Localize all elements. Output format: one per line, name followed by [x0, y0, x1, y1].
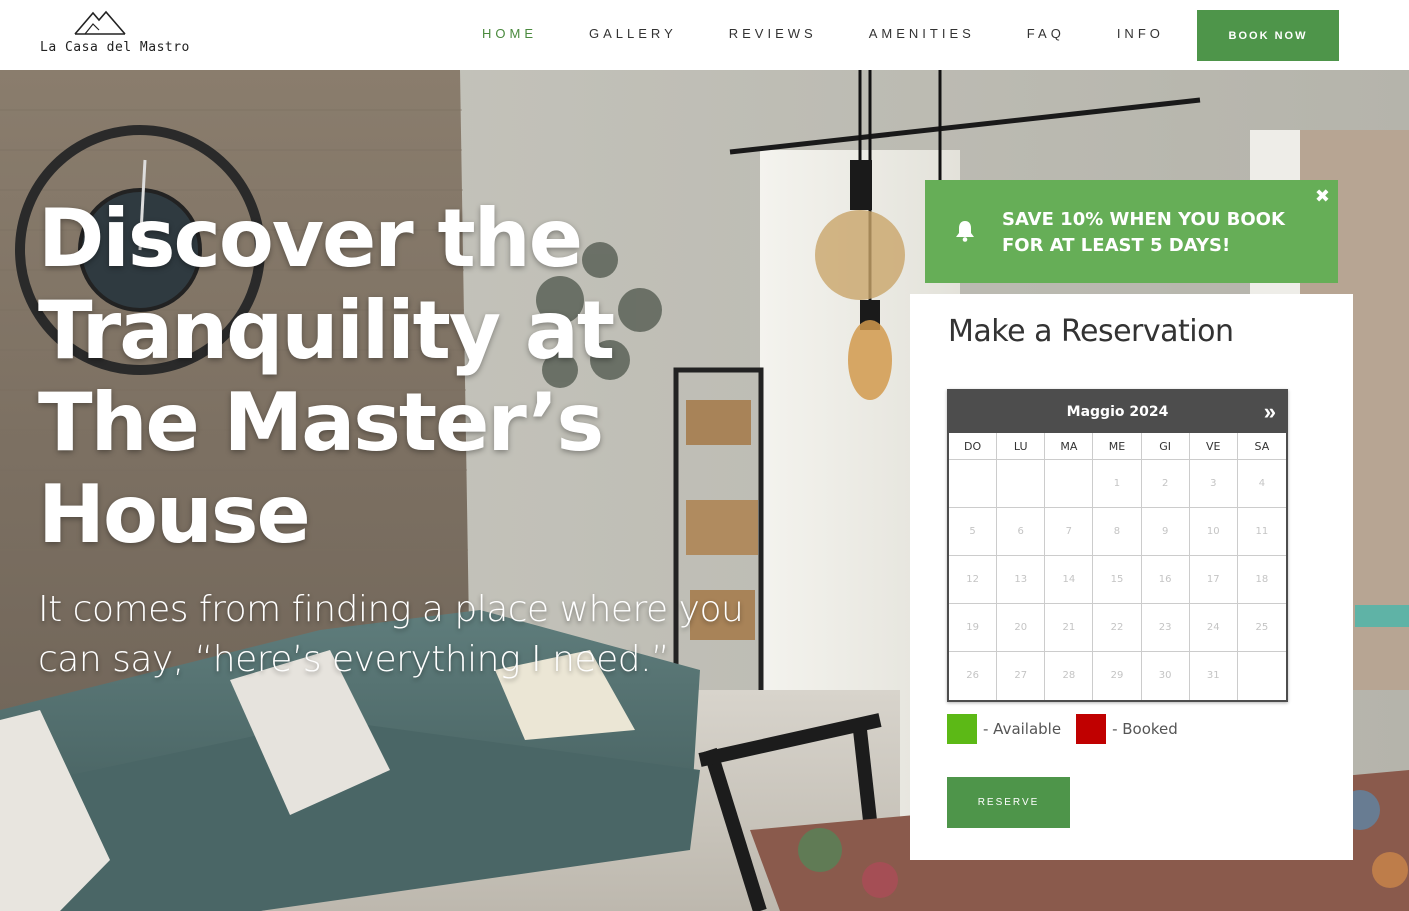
promo-banner: SAVE 10% WHEN YOU BOOK FOR AT LEAST 5 DA…: [925, 180, 1338, 283]
calendar-day[interactable]: 3: [1189, 460, 1238, 508]
calendar-day[interactable]: 7: [1045, 508, 1094, 556]
reserve-button[interactable]: RESERVE: [947, 777, 1070, 828]
nav-home[interactable]: HOME: [482, 26, 537, 44]
reservation-title: Make a Reservation: [948, 314, 1234, 349]
calendar-legend: - Available - Booked: [947, 714, 1193, 744]
calendar-day[interactable]: 14: [1045, 556, 1094, 604]
calendar-day[interactable]: 31: [1190, 652, 1238, 700]
weekday-label: ME: [1093, 433, 1142, 460]
next-month-icon[interactable]: »: [1264, 399, 1276, 425]
calendar-day[interactable]: 21: [1045, 604, 1094, 652]
calendar-day[interactable]: 25: [1237, 604, 1286, 652]
main-nav: HOME GALLERY REVIEWS AMENITIES FAQ INFO: [482, 26, 1216, 44]
available-label: - Available: [983, 720, 1062, 738]
calendar-day[interactable]: 19: [949, 604, 998, 652]
nav-reviews[interactable]: REVIEWS: [729, 26, 817, 44]
weekday-label: VE: [1189, 433, 1238, 460]
calendar-header: Maggio 2024 »: [949, 391, 1286, 433]
calendar-day[interactable]: 6: [997, 508, 1046, 556]
calendar-month-label: Maggio 2024: [1066, 404, 1169, 420]
hero-title: Discover the Tranquility at The Master’s…: [38, 192, 615, 561]
calendar-day[interactable]: 23: [1141, 604, 1190, 652]
calendar-day[interactable]: 17: [1189, 556, 1238, 604]
weekday-label: SA: [1237, 433, 1286, 460]
calendar-day[interactable]: 15: [1093, 556, 1142, 604]
logo[interactable]: La Casa del Mastro: [40, 10, 189, 60]
calendar-day[interactable]: 24: [1189, 604, 1238, 652]
calendar-day[interactable]: 30: [1142, 652, 1190, 700]
calendar-day[interactable]: 22: [1093, 604, 1142, 652]
weekday-label: MA: [1045, 433, 1094, 460]
calendar-day[interactable]: 16: [1141, 556, 1190, 604]
calendar-day[interactable]: 1: [1093, 460, 1142, 508]
calendar-day[interactable]: 9: [1141, 508, 1190, 556]
availability-calendar: Maggio 2024 » DO LU MA ME GI VE SA 1 2 3…: [947, 389, 1288, 702]
nav-faq[interactable]: FAQ: [1027, 26, 1065, 44]
calendar-day[interactable]: 13: [997, 556, 1046, 604]
weekday-label: DO: [949, 433, 998, 460]
booked-label: - Booked: [1112, 720, 1178, 738]
calendar-day[interactable]: 2: [1141, 460, 1190, 508]
calendar-day[interactable]: 10: [1189, 508, 1238, 556]
close-icon[interactable]: ✖: [1315, 186, 1330, 207]
weekday-label: LU: [997, 433, 1046, 460]
nav-info[interactable]: INFO: [1117, 26, 1164, 44]
calendar-day[interactable]: [997, 460, 1046, 508]
nav-amenities[interactable]: AMENITIES: [869, 26, 975, 44]
calendar-day[interactable]: [949, 460, 998, 508]
bell-icon: [956, 221, 974, 242]
calendar-day[interactable]: 11: [1237, 508, 1286, 556]
available-swatch: [947, 714, 977, 744]
hero-subtitle: It comes from finding a place where you …: [38, 589, 744, 680]
weekday-label: GI: [1141, 433, 1190, 460]
calendar-day[interactable]: 5: [949, 508, 998, 556]
book-now-button[interactable]: BOOK NOW: [1197, 10, 1339, 61]
calendar-day[interactable]: 18: [1237, 556, 1286, 604]
calendar-day[interactable]: 12: [949, 556, 998, 604]
calendar-grid: DO LU MA ME GI VE SA 1 2 3 4 5 6 7 8 9 1…: [949, 433, 1286, 700]
promo-text: SAVE 10% WHEN YOU BOOK FOR AT LEAST 5 DA…: [1002, 209, 1285, 256]
calendar-day[interactable]: [1045, 460, 1094, 508]
calendar-day[interactable]: 28: [1045, 652, 1094, 700]
calendar-day[interactable]: 20: [997, 604, 1046, 652]
nav-gallery[interactable]: GALLERY: [589, 26, 677, 44]
calendar-day[interactable]: [1238, 652, 1286, 700]
calendar-day[interactable]: 27: [997, 652, 1046, 700]
calendar-day[interactable]: 26: [949, 652, 998, 700]
logo-text: La Casa del Mastro: [40, 40, 190, 55]
reservation-card: Make a Reservation Maggio 2024 » DO LU M…: [910, 294, 1353, 860]
booked-swatch: [1076, 714, 1107, 744]
calendar-day[interactable]: 4: [1237, 460, 1286, 508]
house-roof-icon: [74, 10, 126, 35]
site-header: La Casa del Mastro HOME GALLERY REVIEWS …: [0, 0, 1409, 70]
calendar-day[interactable]: 29: [1093, 652, 1142, 700]
calendar-day[interactable]: 8: [1093, 508, 1142, 556]
